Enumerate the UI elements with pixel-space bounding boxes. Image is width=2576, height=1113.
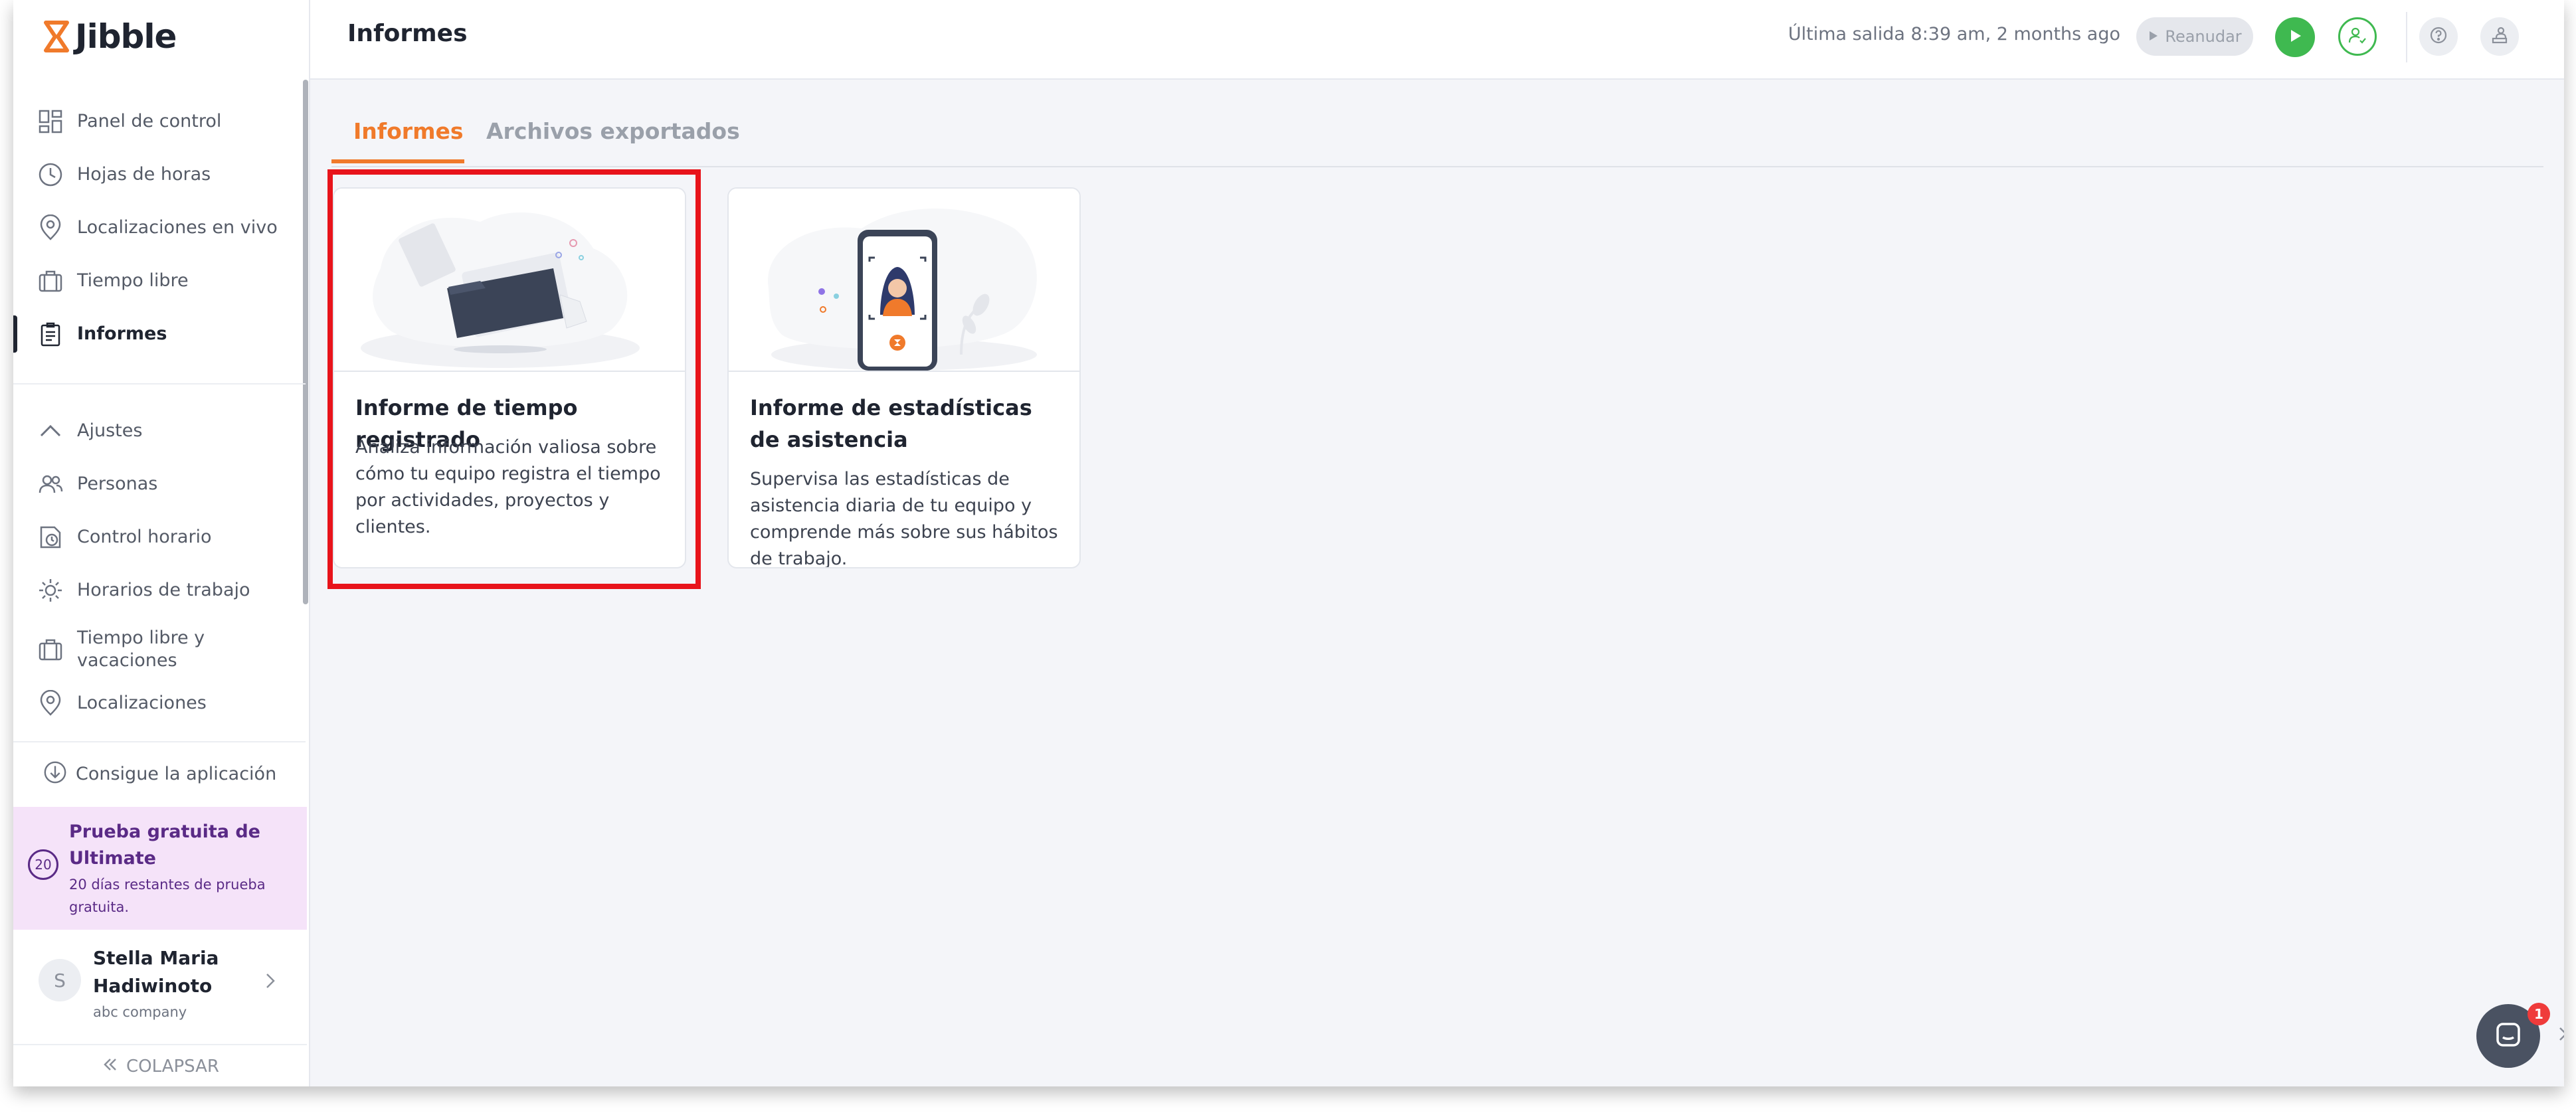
collapse-label: COLAPSAR bbox=[126, 1057, 219, 1076]
sidebar-divider bbox=[13, 383, 306, 385]
sidebar-item-timesheets[interactable]: Hojas de horas bbox=[13, 151, 306, 198]
sidebar-item-label: Localizaciones bbox=[77, 693, 207, 713]
clock-in-button[interactable] bbox=[2275, 17, 2315, 57]
clock-icon bbox=[36, 160, 65, 189]
suitcase-icon bbox=[36, 266, 65, 296]
people-icon bbox=[36, 470, 65, 499]
sidebar-item-label: Informes bbox=[77, 323, 167, 344]
sidebar-item-label: Hojas de horas bbox=[77, 164, 211, 185]
sun-icon bbox=[36, 576, 65, 605]
sidebar-divider bbox=[13, 741, 306, 742]
chat-icon bbox=[2494, 1020, 2523, 1052]
report-icon bbox=[36, 319, 65, 349]
page-title: Informes bbox=[347, 20, 468, 47]
time-tracking-icon bbox=[36, 523, 65, 552]
organization-icon bbox=[2490, 25, 2510, 48]
chevron-right-icon bbox=[260, 971, 280, 993]
collapse-button[interactable]: COLAPSAR bbox=[13, 1044, 307, 1086]
sidebar-item-work-schedules[interactable]: Horarios de trabajo bbox=[13, 567, 306, 614]
sidebar-item-settings[interactable]: Ajustes bbox=[13, 408, 306, 454]
trial-subtitle: 20 días restantes de prueba gratuita. bbox=[69, 877, 266, 915]
card-title: Informe de estadísticas de asistencia bbox=[750, 395, 1032, 452]
person-check-icon bbox=[2347, 25, 2367, 48]
sidebar-item-label: Localizaciones en vivo bbox=[77, 217, 278, 238]
play-small-icon bbox=[2148, 27, 2160, 46]
chevron-up-icon bbox=[36, 416, 65, 446]
double-chevron-left-icon bbox=[101, 1055, 120, 1078]
sidebar-item-label: Personas bbox=[77, 473, 158, 494]
attendance-button[interactable] bbox=[2338, 17, 2377, 56]
tab-exported-files[interactable]: Archivos exportados bbox=[486, 118, 740, 144]
question-icon bbox=[2429, 25, 2448, 48]
sidebar-item-live-locations[interactable]: Localizaciones en vivo bbox=[13, 205, 306, 251]
card-description: Supervisa las estadísticas de asistencia… bbox=[750, 469, 1058, 568]
sidebar-item-label: Tiempo libre bbox=[77, 270, 189, 291]
sidebar-item-time-tracking[interactable]: Control horario bbox=[13, 514, 306, 560]
card-illustration bbox=[729, 189, 1079, 372]
organization-button[interactable] bbox=[2480, 17, 2519, 56]
sidebar-item-locations[interactable]: Localizaciones bbox=[13, 680, 306, 727]
last-out-status: Última salida 8:39 am, 2 months ago bbox=[1788, 24, 2120, 44]
user-company: abc company bbox=[93, 1004, 187, 1020]
sidebar-item-label: Panel de control bbox=[77, 111, 222, 131]
jibble-logo[interactable]: Jibble bbox=[43, 17, 177, 56]
chat-notification-badge: 1 bbox=[2528, 1003, 2550, 1025]
play-icon bbox=[2286, 27, 2304, 47]
user-name: Stella Maria Hadiwinoto bbox=[93, 947, 219, 997]
app-window: Jibble Panel de control Hojas de horas L… bbox=[13, 0, 2564, 1086]
sidebar-item-people[interactable]: Personas bbox=[13, 461, 306, 507]
avatar: S bbox=[39, 959, 81, 1001]
get-app-link[interactable]: Consigue la aplicación bbox=[13, 750, 307, 797]
phone-illustration-icon bbox=[768, 209, 1037, 371]
sidebar-item-time-off-holidays[interactable]: Tiempo libre y vacaciones bbox=[13, 623, 306, 676]
sidebar: Jibble Panel de control Hojas de horas L… bbox=[13, 0, 310, 1086]
sidebar-item-reports[interactable]: Informes bbox=[13, 311, 306, 357]
location-pin-icon bbox=[36, 689, 65, 718]
trial-title: Prueba gratuita de Ultimate bbox=[69, 821, 260, 869]
resume-label: Reanudar bbox=[2165, 27, 2242, 46]
trial-promo[interactable]: 20 Prueba gratuita de Ultimate 20 días r… bbox=[13, 807, 307, 930]
user-profile[interactable]: S Stella Maria Hadiwinoto abc company bbox=[13, 931, 307, 1037]
sidebar-item-label: Tiempo libre y vacaciones bbox=[77, 628, 205, 671]
tab-active-underline bbox=[331, 159, 464, 163]
sidebar-item-dashboard[interactable]: Panel de control bbox=[13, 98, 306, 145]
location-pin-icon bbox=[36, 213, 65, 242]
selection-highlight bbox=[327, 169, 701, 589]
suitcase-icon bbox=[36, 635, 65, 664]
hourglass-logo-icon bbox=[44, 21, 69, 52]
resume-button[interactable]: Reanudar bbox=[2136, 17, 2253, 56]
tab-reports[interactable]: Informes bbox=[353, 118, 463, 144]
get-app-label: Consigue la aplicación bbox=[76, 763, 277, 784]
sidebar-item-label: Ajustes bbox=[77, 420, 143, 441]
help-button[interactable] bbox=[2419, 17, 2458, 56]
sidebar-item-label: Horarios de trabajo bbox=[77, 580, 250, 600]
attendance-stats-report-card[interactable]: Informe de estadísticas de asistencia Su… bbox=[727, 187, 1081, 568]
dashboard-icon bbox=[36, 107, 65, 136]
report-tabs: Informes Archivos exportados bbox=[331, 106, 2543, 167]
sidebar-item-label: Control horario bbox=[77, 527, 212, 547]
header-divider bbox=[2406, 12, 2407, 62]
sidebar-item-time-off[interactable]: Tiempo libre bbox=[13, 258, 306, 304]
chevron-right-icon[interactable] bbox=[2556, 1024, 2564, 1047]
logo-text: Jibble bbox=[75, 17, 177, 56]
trial-days-badge: 20 bbox=[28, 849, 58, 880]
top-header: Informes Última salida 8:39 am, 2 months… bbox=[310, 0, 2564, 80]
download-icon bbox=[43, 760, 68, 788]
